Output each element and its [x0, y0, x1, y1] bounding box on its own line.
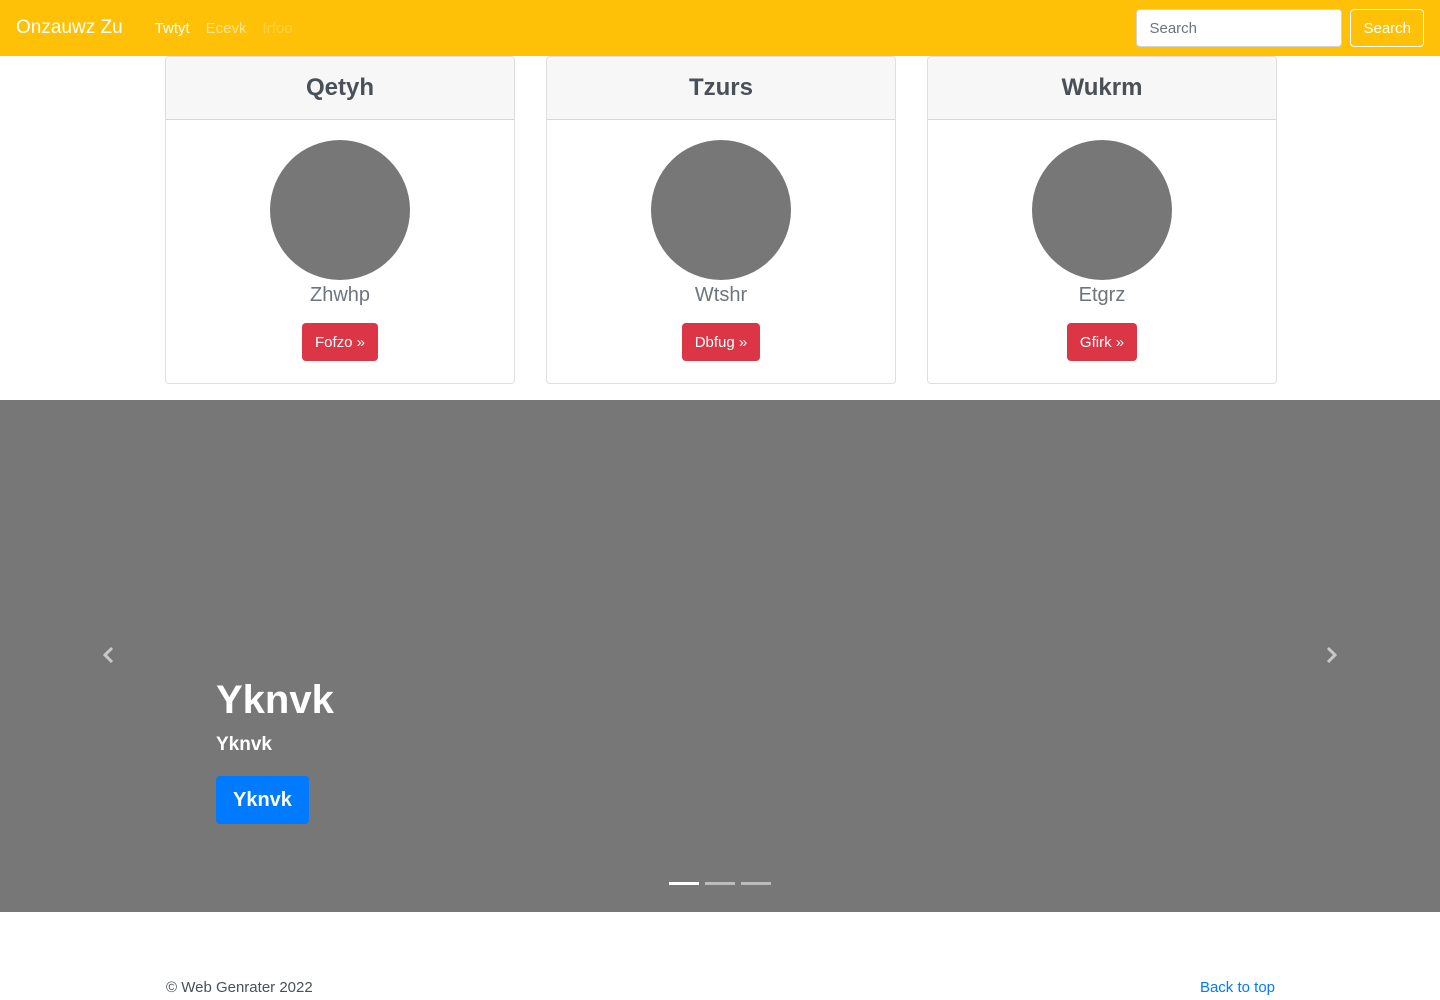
carousel-indicator-1[interactable] [669, 882, 699, 885]
carousel-title: Yknvk [216, 678, 334, 722]
carousel-indicators [669, 882, 771, 885]
chevron-left-icon [102, 646, 114, 664]
hero-carousel: Yknvk Yknvk Yknvk [0, 400, 1440, 912]
card-subtitle: Etgrz [1078, 284, 1126, 306]
chevron-right-icon [1326, 646, 1338, 664]
brand-link[interactable]: Onzauwz Zu [16, 17, 123, 39]
card-title: Wukrm [928, 57, 1276, 120]
search-input[interactable] [1136, 9, 1343, 47]
search-button[interactable]: Search [1350, 9, 1424, 47]
card-tzurs: Tzurs Wtshr Dbfug » [546, 56, 896, 384]
avatar-placeholder [270, 140, 410, 280]
navbar: Onzauwz Zu Twtyt Ecevk Irfoo Search [0, 0, 1440, 56]
carousel-indicator-3[interactable] [741, 882, 771, 885]
card-title: Tzurs [547, 57, 895, 120]
carousel-prev-button[interactable] [94, 640, 124, 670]
card-qetyh: Qetyh Zhwhp Fofzo » [165, 56, 515, 384]
carousel-text: Yknvk [216, 734, 272, 755]
nav-link-twtyt[interactable]: Twtyt [147, 20, 198, 37]
carousel-next-button[interactable] [1316, 640, 1346, 670]
carousel-cta-button[interactable]: Yknvk [216, 776, 309, 824]
card-wukrm: Wukrm Etgrz Gfirk » [927, 56, 1277, 384]
back-to-top-link[interactable]: Back to top [1200, 979, 1275, 996]
nav-links: Twtyt Ecevk Irfoo [147, 20, 301, 37]
nav-link-ecevk[interactable]: Ecevk [198, 20, 255, 37]
card-button[interactable]: Fofzo » [301, 323, 379, 361]
card-title: Qetyh [166, 57, 514, 120]
carousel-caption: Yknvk Yknvk Yknvk [216, 676, 334, 824]
card-deck: Qetyh Zhwhp Fofzo » Tzurs Wtshr Dbfug » … [165, 56, 1277, 384]
search-form: Search [1136, 9, 1424, 47]
avatar-placeholder [651, 140, 791, 280]
avatar-placeholder [1032, 140, 1172, 280]
card-subtitle: Wtshr [694, 284, 748, 306]
nav-link-irfoo[interactable]: Irfoo [255, 20, 301, 37]
card-button[interactable]: Dbfug » [681, 323, 761, 361]
footer-copyright: © Web Genrater 2022 [166, 979, 313, 996]
card-button[interactable]: Gfirk » [1066, 323, 1138, 361]
carousel-indicator-2[interactable] [705, 882, 735, 885]
card-subtitle: Zhwhp [309, 284, 371, 306]
